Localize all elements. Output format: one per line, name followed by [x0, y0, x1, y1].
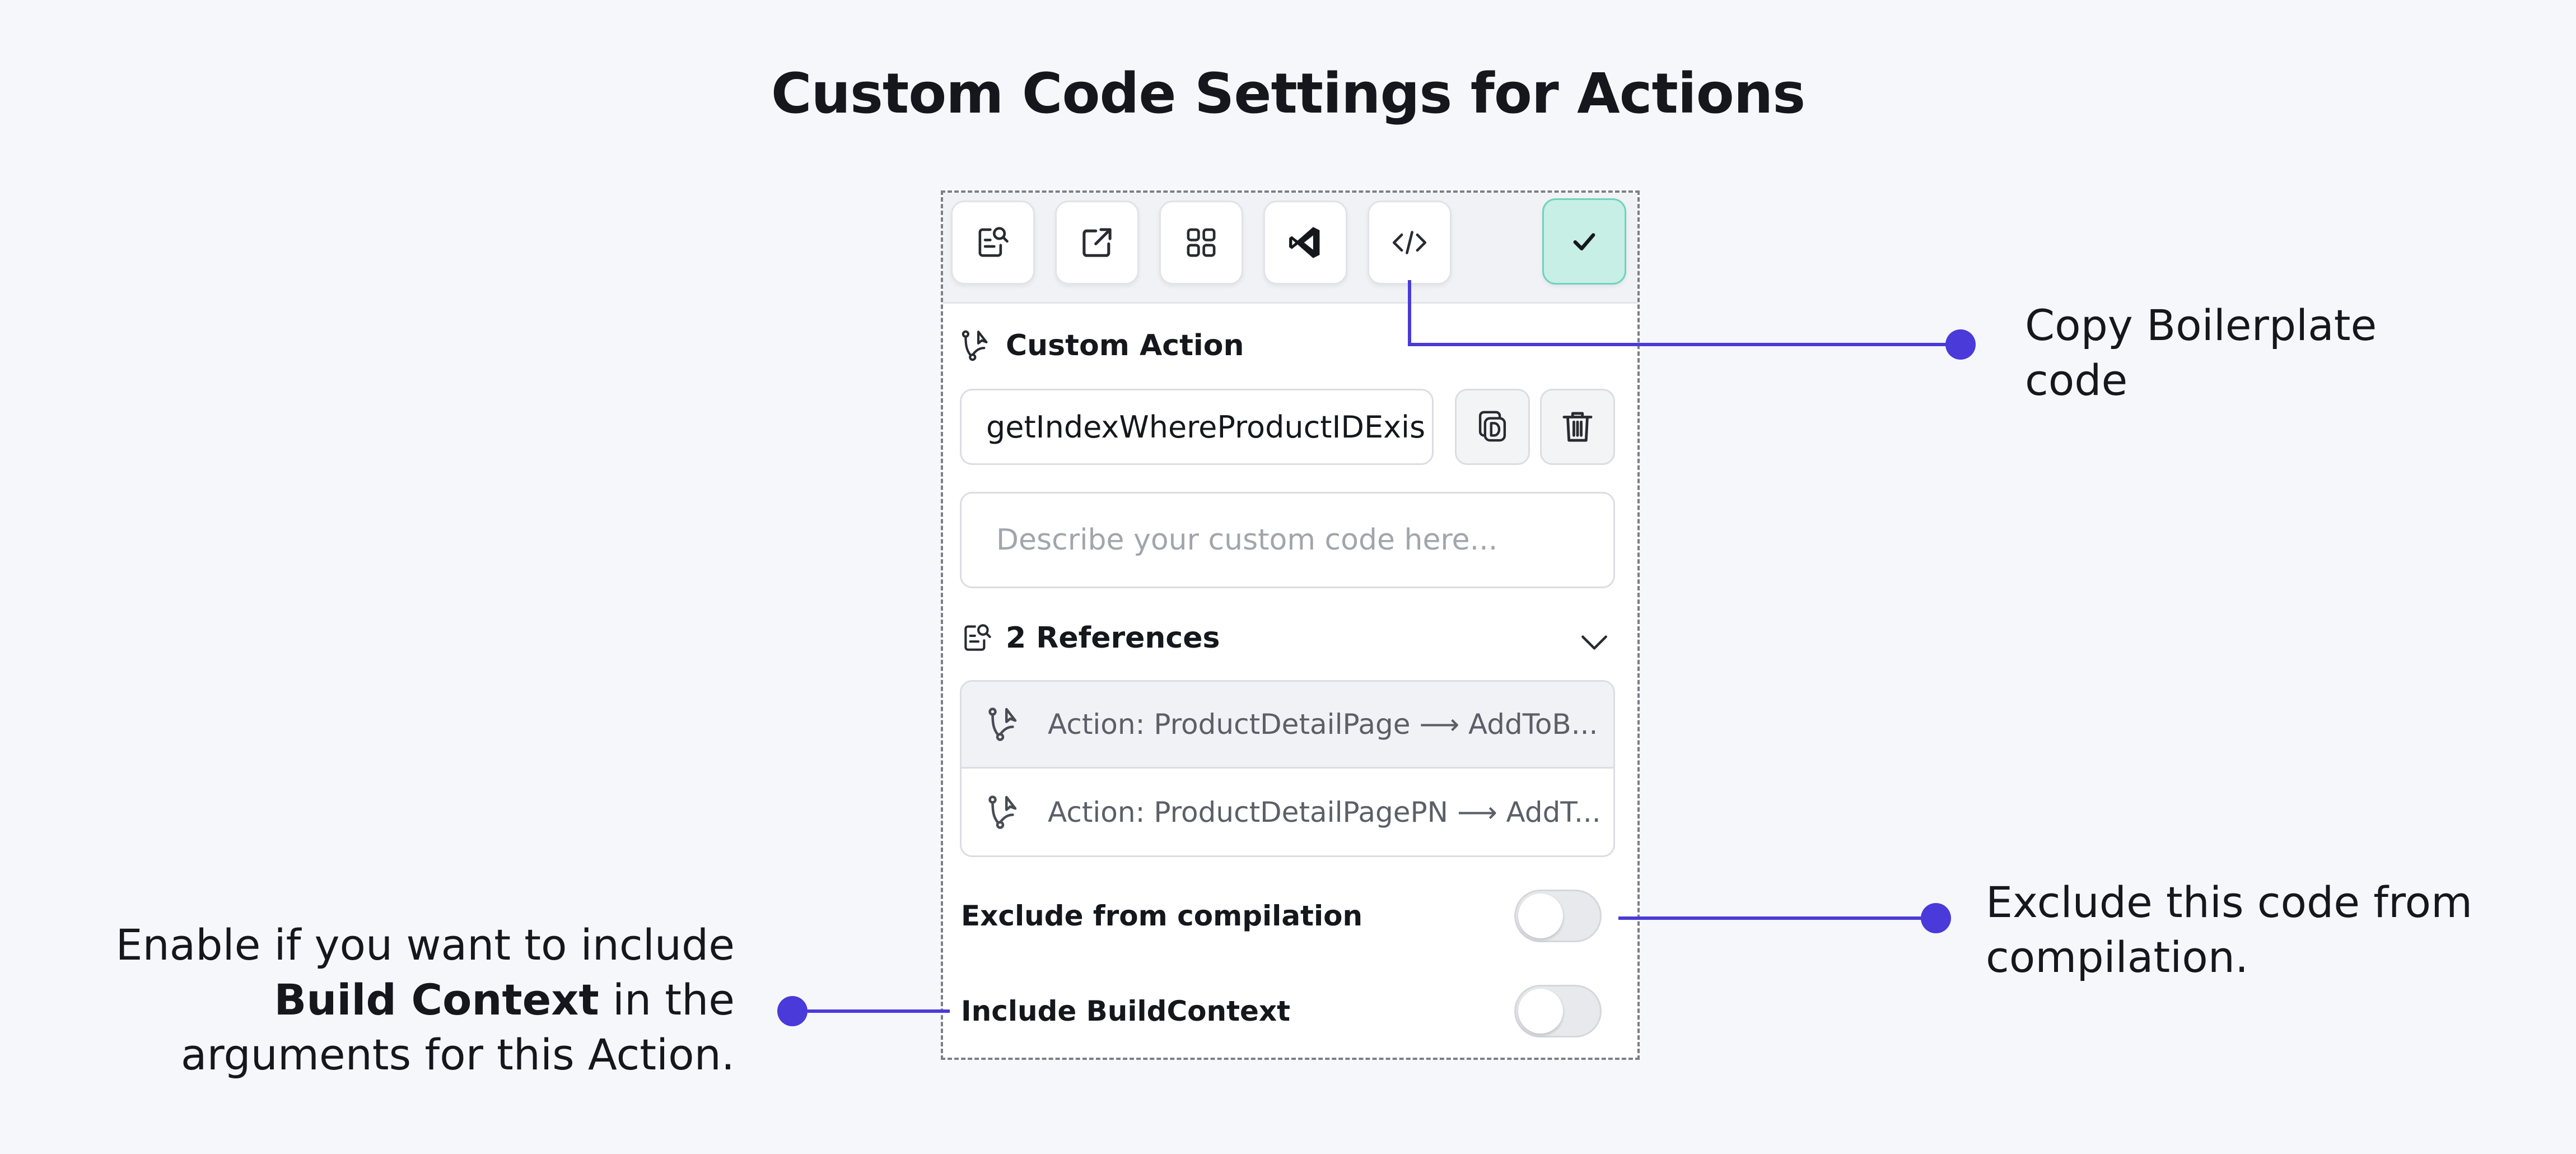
callout-connector — [1618, 916, 1936, 920]
toolbar — [943, 193, 1637, 304]
callout-line: compilation. — [1986, 932, 2249, 982]
exclude-toggle[interactable] — [1514, 890, 1602, 942]
references-list: Action: ProductDetailPage ⟶ AddToB... Ac… — [960, 680, 1615, 857]
check-icon — [1573, 233, 1595, 250]
callout-line: Exclude this code from — [1986, 877, 2473, 927]
action-flow-icon — [988, 708, 1017, 741]
open-external-icon — [1082, 228, 1112, 257]
grid-view-button[interactable] — [1159, 201, 1243, 285]
callout-line: Copy Boilerplate — [2025, 300, 2377, 350]
code-icon — [1392, 231, 1427, 254]
action-name-field[interactable]: getIndexWhereProductIDExis — [960, 389, 1434, 465]
callout-emphasis: Build Context — [274, 975, 599, 1025]
custom-code-panel: Custom Action getIndexWhereProductIDExis… — [941, 190, 1640, 1060]
callout-text: in the — [599, 975, 735, 1025]
build-context-toggle[interactable] — [1514, 985, 1602, 1037]
exclude-callout: Exclude this code from compilation. — [1986, 875, 2472, 985]
callout-line: Enable if you want to include — [115, 920, 735, 970]
duplicate-icon — [1478, 411, 1506, 442]
confirm-button[interactable] — [1542, 198, 1626, 285]
copy-boilerplate-button[interactable] — [1368, 201, 1452, 285]
chevron-down-icon[interactable] — [1576, 624, 1613, 661]
callout-dot — [1921, 903, 1951, 933]
action-flow-icon — [962, 330, 988, 361]
build-context-label: Include BuildContext — [961, 995, 1291, 1027]
references-label: 2 References — [1006, 621, 1220, 655]
custom-action-header: Custom Action — [959, 327, 1244, 364]
references-header[interactable]: 2 References — [959, 620, 1220, 657]
references-icon — [964, 624, 991, 651]
toggle-knob — [1518, 989, 1563, 1034]
toggle-knob — [1518, 894, 1563, 938]
view-references-button[interactable] — [951, 201, 1035, 285]
callout-connector — [1408, 343, 1960, 346]
trash-icon — [1562, 412, 1593, 442]
exclude-label: Exclude from compilation — [961, 900, 1363, 932]
callout-connector — [1408, 280, 1411, 346]
copy-boilerplate-callout: Copy Boilerplate code — [2025, 298, 2377, 408]
delete-button[interactable] — [1540, 389, 1615, 465]
reference-text: Action: ProductDetailPage ⟶ AddToB... — [1048, 708, 1598, 741]
list-item[interactable]: Action: ProductDetailPage ⟶ AddToB... — [962, 682, 1613, 769]
action-flow-icon — [988, 795, 1017, 829]
open-vscode-button[interactable] — [1263, 201, 1347, 285]
description-field[interactable]: Describe your custom code here... — [960, 492, 1615, 588]
open-external-button[interactable] — [1055, 201, 1139, 285]
callout-connector — [790, 1009, 950, 1013]
callout-line: arguments for this Action. — [180, 1030, 735, 1079]
grid-icon — [1187, 228, 1216, 257]
reference-text: Action: ProductDetailPagePN ⟶ AddT... — [1048, 795, 1601, 829]
list-item[interactable]: Action: ProductDetailPagePN ⟶ AddT... — [962, 769, 1613, 855]
page-title: Custom Code Settings for Actions — [771, 62, 1805, 126]
action-name-value: getIndexWhereProductIDExis — [986, 409, 1426, 445]
vscode-icon — [1289, 227, 1320, 258]
callout-line: code — [2025, 355, 2128, 405]
callout-dot — [1945, 329, 1976, 360]
custom-action-label: Custom Action — [1006, 329, 1244, 362]
description-placeholder: Describe your custom code here... — [996, 523, 1498, 557]
duplicate-button[interactable] — [1455, 389, 1530, 465]
build-context-callout: Enable if you want to include Build Cont… — [90, 918, 735, 1082]
references-search-icon — [978, 227, 1009, 257]
callout-line: Build Context in the — [90, 972, 735, 1027]
